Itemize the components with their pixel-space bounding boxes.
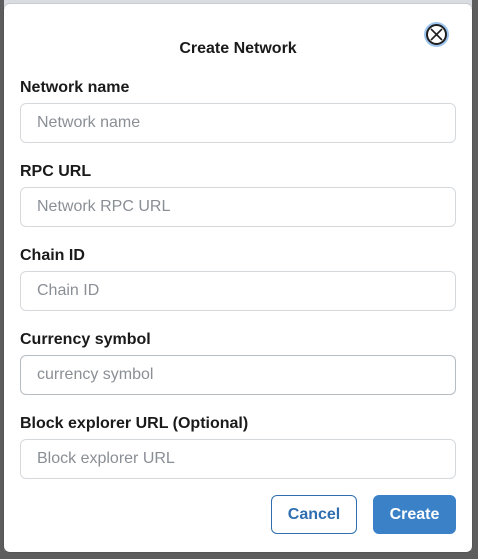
cancel-button[interactable]: Cancel (271, 495, 357, 534)
rpc-url-input[interactable] (20, 187, 456, 227)
chain-id-label: Chain ID (20, 247, 85, 264)
create-network-modal: Create Network Network name RPC URL Chai… (4, 4, 472, 552)
block-explorer-url-label: Block explorer URL (Optional) (20, 415, 249, 432)
network-name-label: Network name (20, 79, 130, 96)
currency-symbol-label: Currency symbol (20, 331, 151, 348)
create-button[interactable]: Create (373, 495, 456, 534)
currency-symbol-input[interactable] (20, 355, 456, 395)
chain-id-input[interactable] (20, 271, 456, 311)
rpc-url-label: RPC URL (20, 163, 92, 180)
close-circle-icon (430, 28, 443, 41)
overlay-right (472, 0, 478, 559)
modal-title: Create Network (179, 40, 297, 57)
overlay-bottom (0, 551, 478, 559)
close-button[interactable] (426, 24, 447, 45)
network-name-input[interactable] (20, 103, 456, 143)
block-explorer-url-input[interactable] (20, 439, 456, 479)
